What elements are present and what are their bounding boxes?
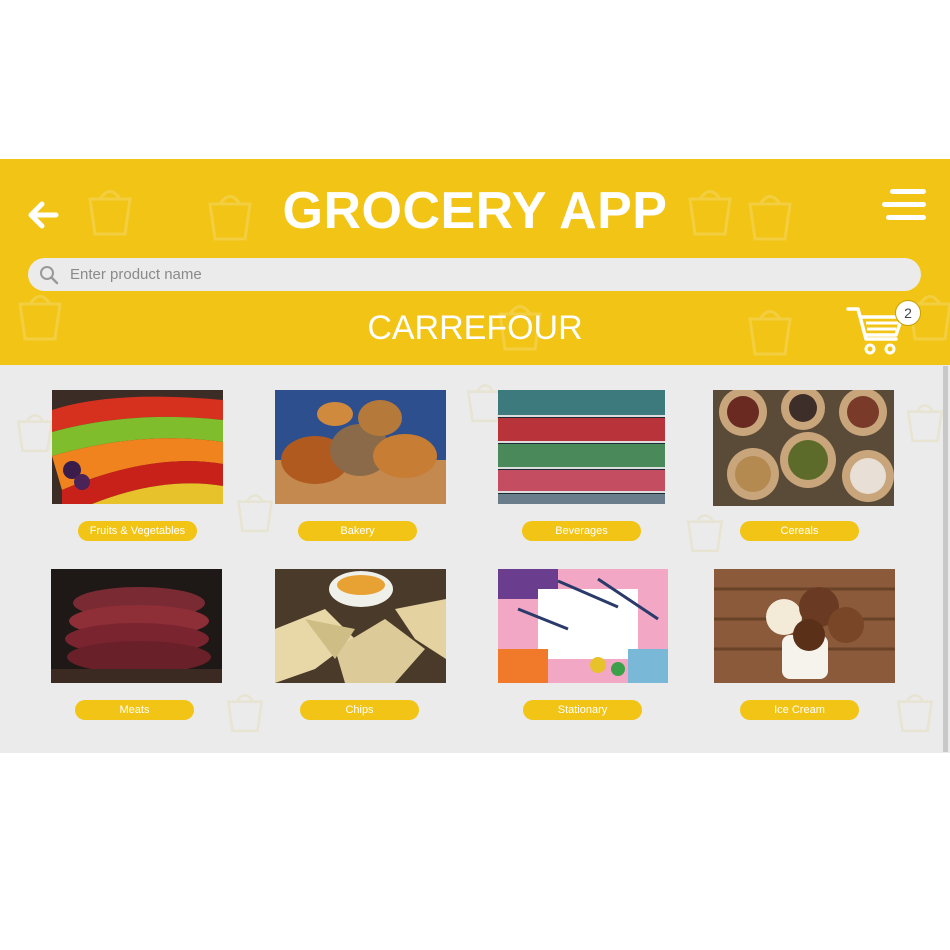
category-label-ice-cream[interactable]: Ice Cream <box>740 700 859 720</box>
category-label-beverages[interactable]: Beverages <box>522 521 641 541</box>
stationary-photo <box>498 569 668 683</box>
meats-photo <box>51 569 222 683</box>
category-label-stationary[interactable]: Stationary <box>523 700 642 720</box>
beverages-photo <box>498 390 665 504</box>
search-icon <box>40 265 59 284</box>
search-bar[interactable] <box>28 258 921 291</box>
menu-line <box>882 202 926 207</box>
cereals-photo <box>713 390 894 506</box>
category-label-bakery[interactable]: Bakery <box>298 521 417 541</box>
cart-count-badge: 2 <box>895 300 921 326</box>
app-header: GROCERY APP CARREFOUR 2 <box>0 159 950 365</box>
category-label-cereals[interactable]: Cereals <box>740 521 859 541</box>
doodle-bag-icon <box>226 694 264 733</box>
bakery-photo <box>275 390 446 504</box>
fruits-vegetables-photo <box>52 390 223 504</box>
doodle-bag-icon <box>896 694 934 733</box>
category-label-fruits-vegetables[interactable]: Fruits & Vegetables <box>78 521 197 541</box>
app-title: GROCERY APP <box>282 182 668 240</box>
ice-cream-photo <box>714 569 895 683</box>
category-label-meats[interactable]: Meats <box>75 700 194 720</box>
menu-line <box>886 215 926 220</box>
store-name: CARREFOUR <box>367 309 583 347</box>
doodle-bag-icon <box>236 494 274 533</box>
menu-line <box>890 189 926 194</box>
scrollbar[interactable] <box>943 366 948 752</box>
grocery-app: GROCERY APP CARREFOUR 2 <box>0 159 950 753</box>
chips-photo <box>275 569 446 683</box>
search-input[interactable] <box>70 266 890 283</box>
doodle-bag-icon <box>686 514 724 553</box>
menu-button[interactable] <box>878 189 926 223</box>
category-label-chips[interactable]: Chips <box>300 700 419 720</box>
